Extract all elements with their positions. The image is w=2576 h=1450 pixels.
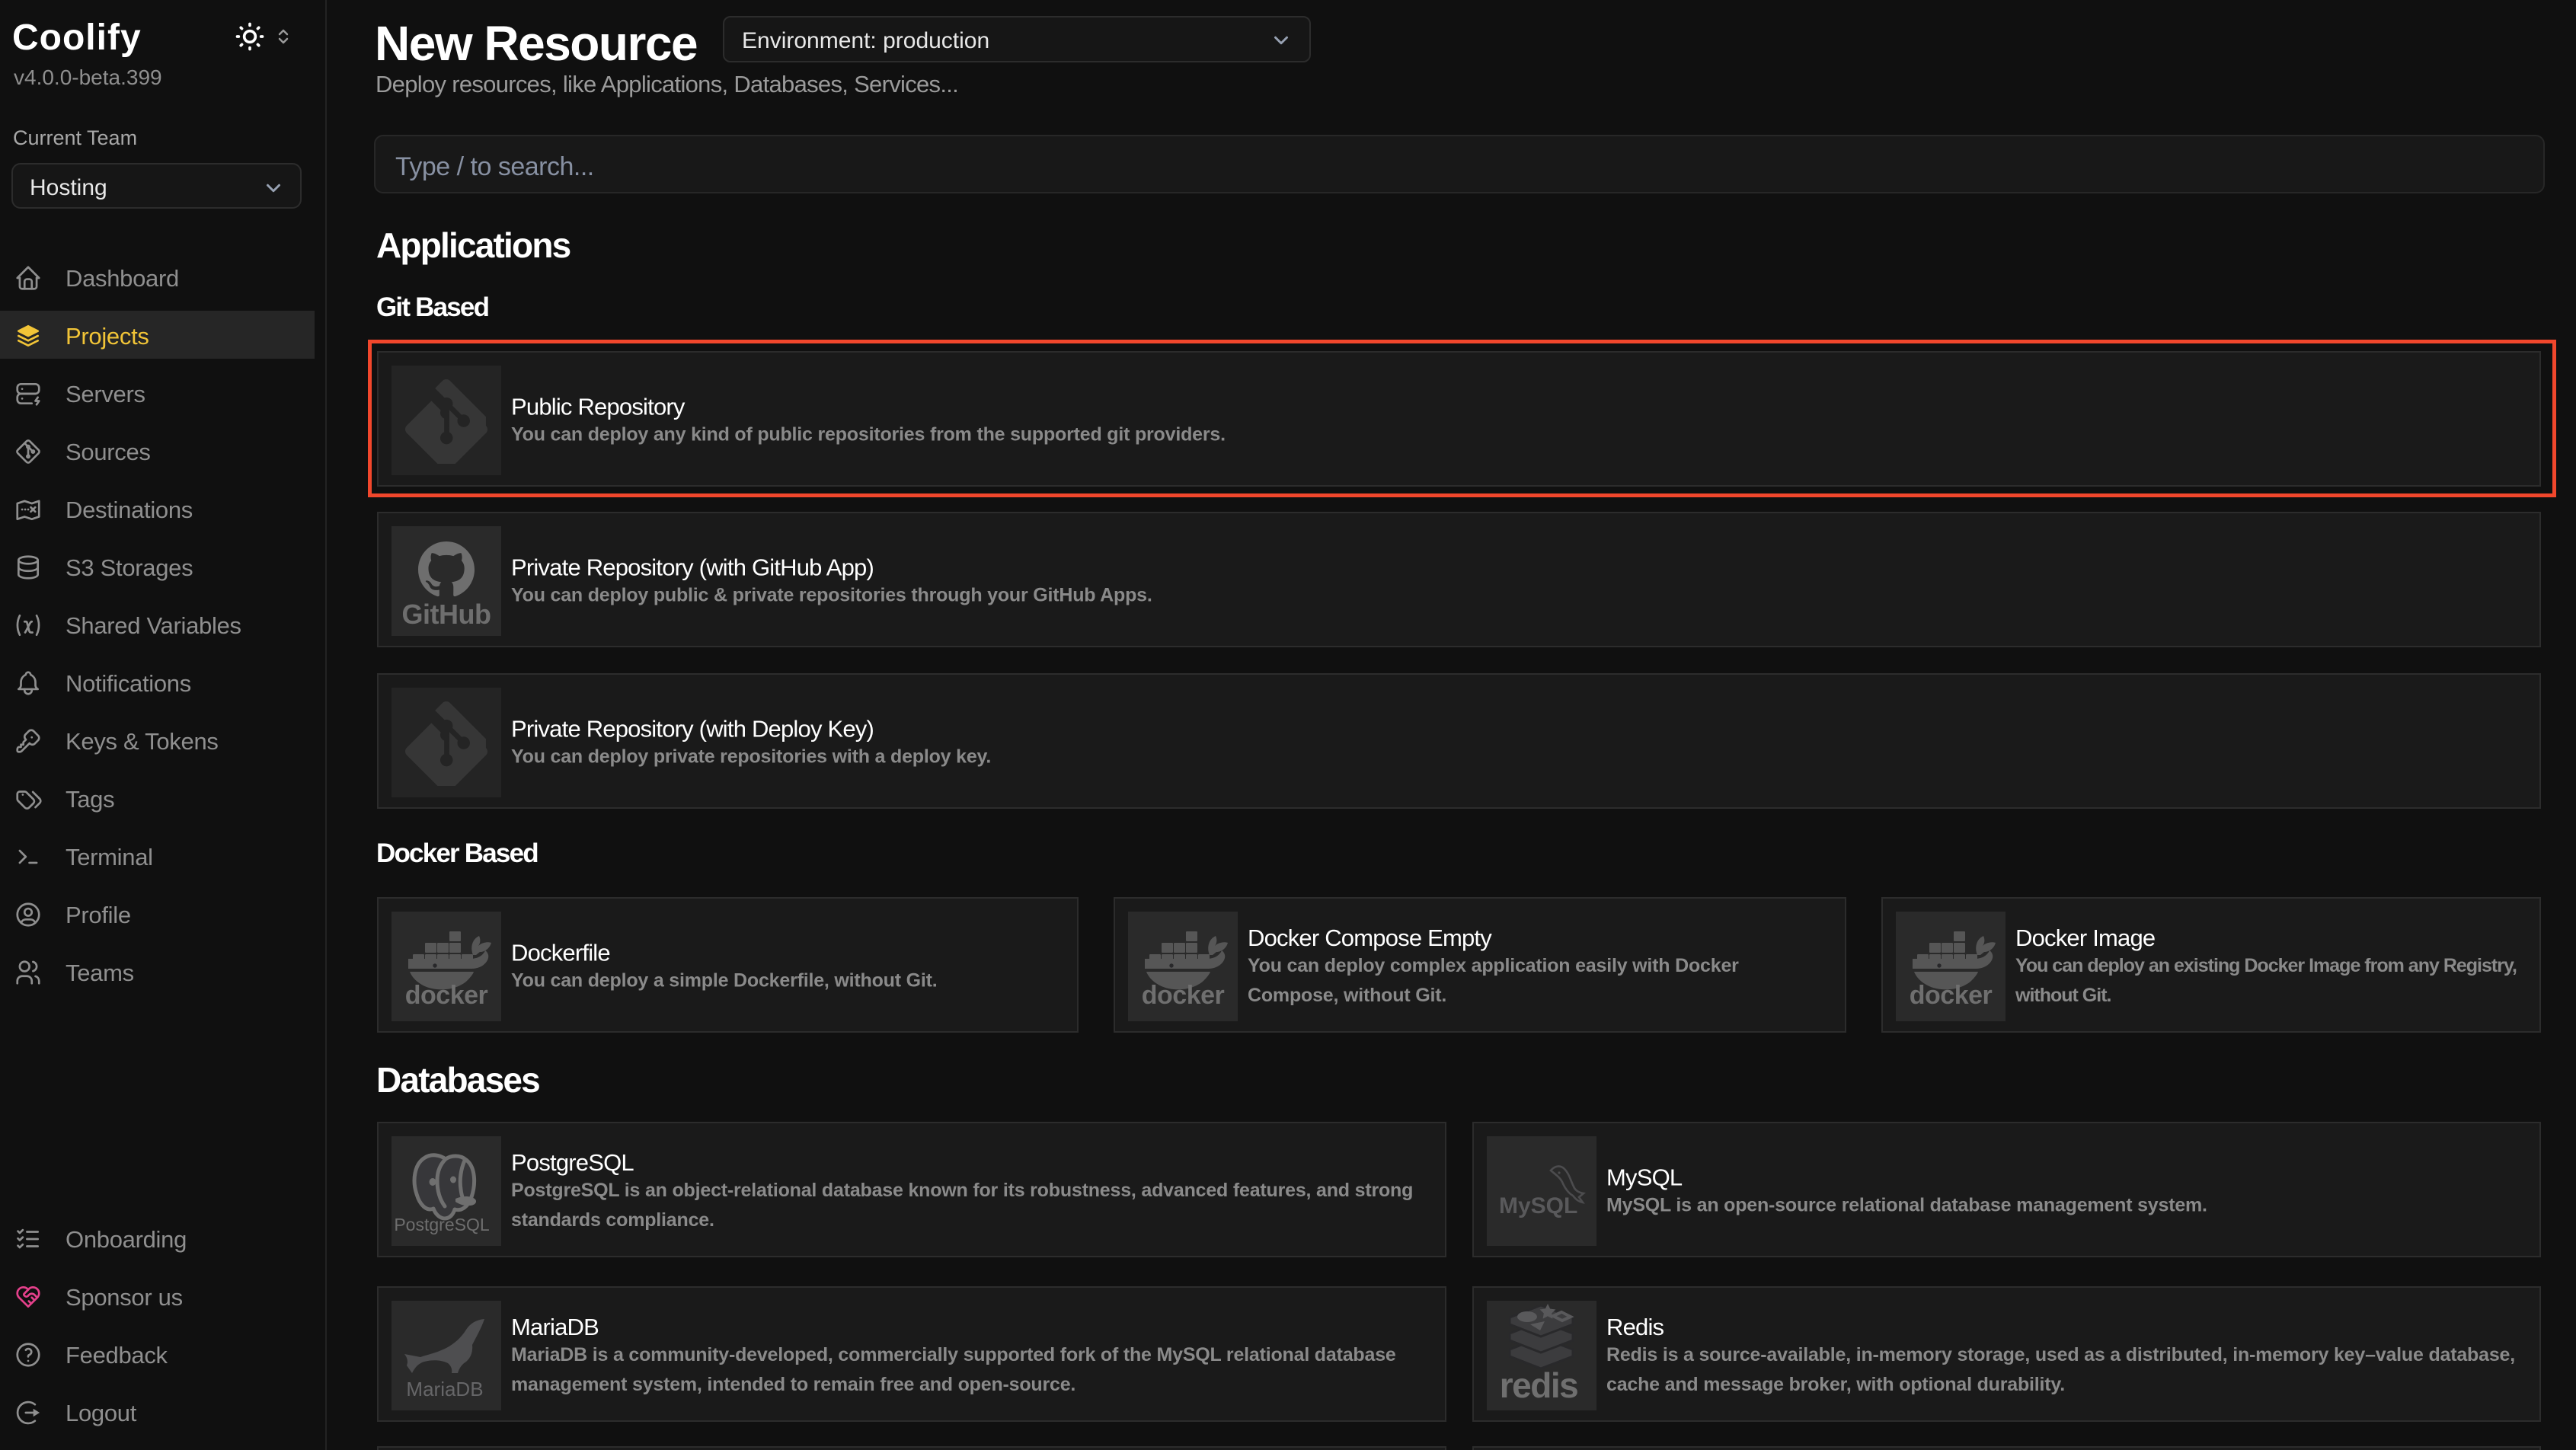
svg-text:MySQL: MySQL xyxy=(1499,1193,1577,1218)
svg-text:docker: docker xyxy=(405,981,488,1010)
svg-text:MariaDB: MariaDB xyxy=(406,1378,483,1400)
svg-text:docker: docker xyxy=(1910,981,1993,1010)
svg-text:PostgreSQL: PostgreSQL xyxy=(394,1215,489,1234)
svg-text:redis: redis xyxy=(1500,1365,1577,1405)
svg-text:docker: docker xyxy=(1142,981,1225,1010)
svg-text:GitHub: GitHub xyxy=(402,599,491,630)
